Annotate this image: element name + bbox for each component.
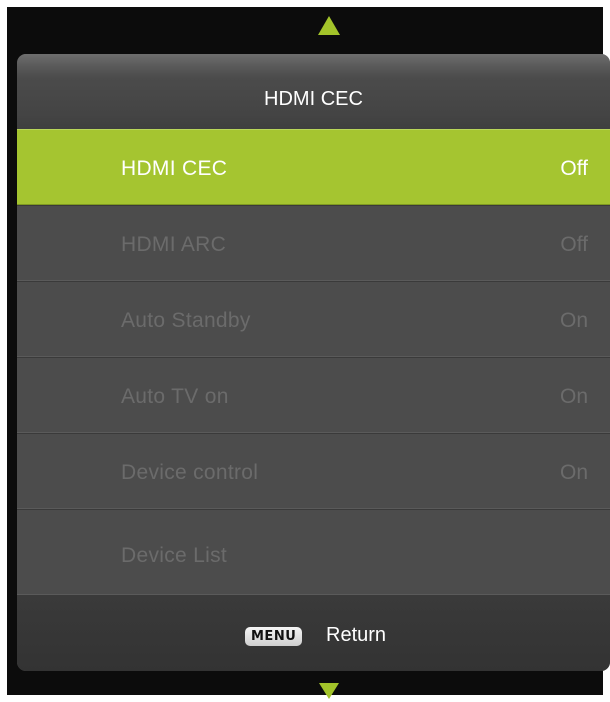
menu-header: HDMI CEC [17,54,610,129]
menu-item-label: HDMI CEC [121,157,228,180]
menu-item-value: On [559,385,588,408]
tv-screen: HDMI CEC HDMI CEC Off HDMI ARC Off Auto … [7,7,610,699]
return-label: Return [326,624,387,646]
menu-item-hdmi-arc[interactable]: HDMI ARC Off [17,205,610,281]
menu-key-icon[interactable]: MENU [245,627,303,646]
menu-item-device-list[interactable]: Device List [17,509,610,595]
menu-item-value: On [559,461,588,484]
scroll-up-arrow-icon[interactable] [318,16,340,35]
menu-item-hdmi-cec[interactable]: HDMI CEC Off [17,129,610,205]
menu-item-label: Auto Standby [121,309,251,332]
menu-title: HDMI CEC [264,88,363,110]
menu-footer: MENU Return [17,595,610,671]
menu-item-value: On [559,309,588,332]
menu-item-value: Off [560,157,588,180]
menu-item-label: HDMI ARC [121,233,227,256]
menu-item-label: Auto TV on [121,385,229,408]
scroll-down-arrow-icon[interactable] [319,683,339,699]
menu-item-auto-tv-on[interactable]: Auto TV on On [17,357,610,433]
menu-item-label: Device control [121,461,259,484]
menu-item-value: Off [560,233,588,256]
menu-item-auto-standby[interactable]: Auto Standby On [17,281,610,357]
menu-item-device-control[interactable]: Device control On [17,433,610,509]
hdmi-cec-menu-panel: HDMI CEC HDMI CEC Off HDMI ARC Off Auto … [17,54,610,671]
menu-item-label: Device List [121,544,228,567]
